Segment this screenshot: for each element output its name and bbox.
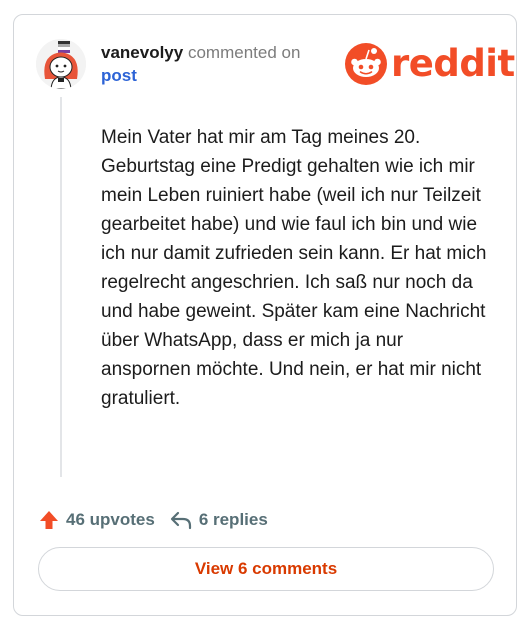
view-comments-button[interactable]: View 6 comments bbox=[38, 547, 494, 591]
upvote-button[interactable]: 46 upvotes bbox=[38, 509, 155, 531]
reddit-wordmark: reddit bbox=[391, 42, 515, 85]
replies-button[interactable]: 6 replies bbox=[169, 509, 268, 531]
upvote-arrow-icon bbox=[40, 511, 58, 529]
reddit-snoo-icon bbox=[345, 43, 387, 85]
username-link[interactable]: vanevolyy bbox=[101, 43, 183, 62]
comment-body: Mein Vater hat mir am Tag meines 20. Geb… bbox=[101, 127, 487, 409]
user-avatar[interactable] bbox=[36, 39, 86, 89]
reddit-logo[interactable]: reddit bbox=[345, 43, 515, 85]
thread-line bbox=[60, 97, 62, 477]
replies-count: 6 replies bbox=[198, 510, 268, 529]
commented-on-text: commented on bbox=[187, 43, 301, 62]
post-link[interactable]: post bbox=[101, 65, 137, 87]
comment-header: vanevolyy commented on bbox=[101, 42, 300, 64]
upvote-count: 46 upvotes bbox=[66, 510, 155, 529]
comment-card: vanevolyy commented on post reddit Mein … bbox=[13, 14, 517, 616]
comment-actions: 46 upvotes 6 replies bbox=[38, 509, 268, 531]
reply-arrow-icon bbox=[170, 511, 191, 530]
avatar-illustration bbox=[36, 39, 86, 89]
